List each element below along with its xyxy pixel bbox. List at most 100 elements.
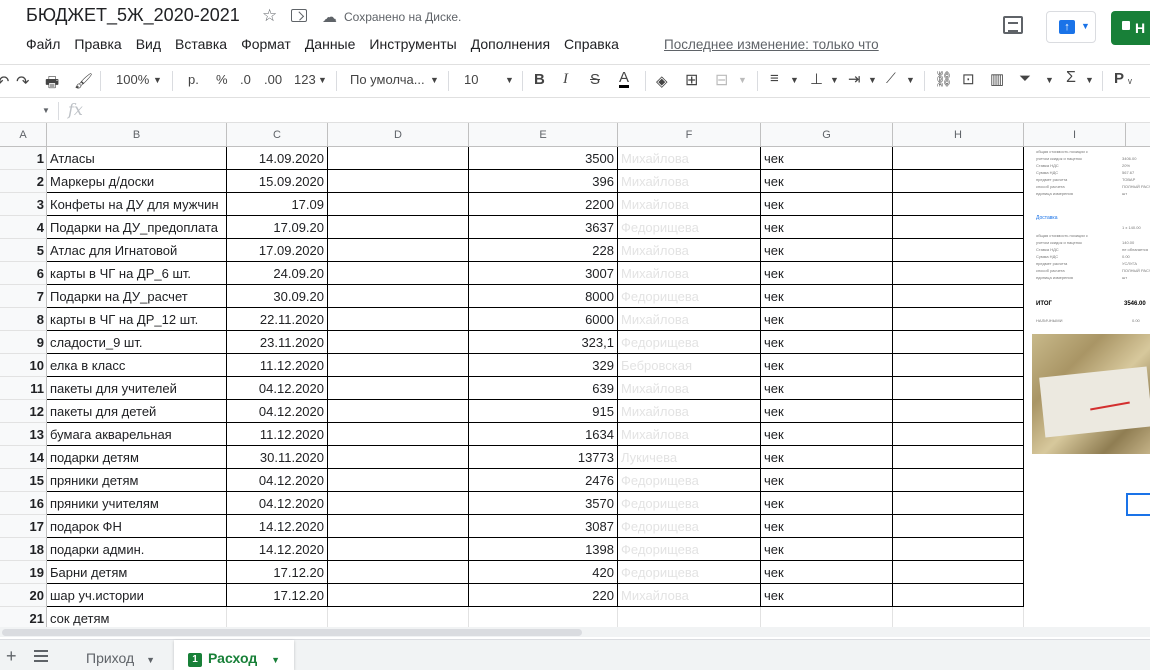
cell-item[interactable]: Атласы xyxy=(47,147,227,170)
borders-icon[interactable]: ⊞ xyxy=(685,70,698,90)
cell-amount[interactable]: 1634 xyxy=(469,423,618,446)
cell-person[interactable]: Федорищева xyxy=(618,538,761,561)
cell-amount[interactable]: 323,1 xyxy=(469,331,618,354)
fill-color-icon[interactable]: ◈ xyxy=(656,72,668,90)
menu-addons[interactable]: Дополнения xyxy=(471,36,550,54)
cell-empty[interactable] xyxy=(893,239,1024,262)
cell-empty[interactable] xyxy=(328,170,469,193)
cell-person[interactable]: Михайлова xyxy=(618,308,761,331)
cell-empty[interactable] xyxy=(328,216,469,239)
row-header[interactable]: 16 xyxy=(0,492,47,515)
more-formats-button[interactable]: 123 xyxy=(294,72,316,87)
column-header-i[interactable]: I xyxy=(1024,123,1126,147)
cell-date[interactable]: 30.09.20 xyxy=(227,285,328,308)
cell-item[interactable]: Атлас для Игнатовой xyxy=(47,239,227,262)
selected-cell-outline[interactable] xyxy=(1126,493,1150,516)
bold-button[interactable]: B xyxy=(534,71,545,88)
cell-doc[interactable]: чек xyxy=(761,446,893,469)
decrease-decimal-button[interactable]: .0 xyxy=(240,72,251,87)
text-wrapping-icon[interactable]: ⇥ xyxy=(848,70,861,88)
menu-insert[interactable]: Вставка xyxy=(175,36,227,54)
cell-empty[interactable] xyxy=(893,423,1024,446)
cell-date[interactable]: 14.12.2020 xyxy=(227,538,328,561)
cell-person[interactable]: Бебровская xyxy=(618,354,761,377)
cell-amount[interactable]: 2200 xyxy=(469,193,618,216)
cell-empty[interactable] xyxy=(893,354,1024,377)
cell-person[interactable]: Федорищева xyxy=(618,469,761,492)
column-header-c[interactable]: C xyxy=(227,123,328,147)
cell-amount[interactable]: 13773 xyxy=(469,446,618,469)
cell-empty[interactable] xyxy=(893,285,1024,308)
cell-empty[interactable] xyxy=(893,584,1024,607)
cell-date[interactable]: 24.09.20 xyxy=(227,262,328,285)
cell-doc[interactable]: чек xyxy=(761,308,893,331)
cell-date[interactable]: 17.09.20 xyxy=(227,216,328,239)
cell-date[interactable]: 15.09.2020 xyxy=(227,170,328,193)
cell-doc[interactable]: чек xyxy=(761,262,893,285)
font-family-select[interactable]: По умолча... xyxy=(350,72,425,87)
cell-empty[interactable] xyxy=(893,561,1024,584)
text-rotation-icon[interactable]: ⟋ xyxy=(886,70,896,87)
column-header-f[interactable]: F xyxy=(618,123,761,147)
cell-doc[interactable]: чек xyxy=(761,538,893,561)
cell-person[interactable]: Михайлова xyxy=(618,400,761,423)
redo-icon[interactable]: ↷ xyxy=(16,72,29,92)
cell-date[interactable]: 17.12.20 xyxy=(227,561,328,584)
cell-doc[interactable]: чек xyxy=(761,216,893,239)
cell-empty[interactable] xyxy=(328,492,469,515)
cell-empty[interactable] xyxy=(328,308,469,331)
cell-person[interactable]: Федорищева xyxy=(618,285,761,308)
cell-empty[interactable] xyxy=(893,262,1024,285)
strikethrough-button[interactable]: S xyxy=(590,71,600,88)
cell-doc[interactable]: чек xyxy=(761,423,893,446)
cell-person[interactable]: Лукичева xyxy=(618,446,761,469)
cell-doc[interactable]: чек xyxy=(761,193,893,216)
cell-date[interactable]: 17.09 xyxy=(227,193,328,216)
cell-doc[interactable]: чек xyxy=(761,584,893,607)
currency-format-button[interactable]: р. xyxy=(188,72,199,87)
functions-icon[interactable]: Σ xyxy=(1066,69,1076,87)
cell-date[interactable]: 17.12.20 xyxy=(227,584,328,607)
cell-amount[interactable]: 1398 xyxy=(469,538,618,561)
cell-item[interactable]: сладости_9 шт. xyxy=(47,331,227,354)
cell-doc[interactable]: чек xyxy=(761,170,893,193)
row-header[interactable]: 3 xyxy=(0,193,47,216)
cell-empty[interactable] xyxy=(328,561,469,584)
menu-format[interactable]: Формат xyxy=(241,36,291,54)
cell-empty[interactable] xyxy=(893,607,1024,627)
row-header[interactable]: 13 xyxy=(0,423,47,446)
cell-amount[interactable]: 3007 xyxy=(469,262,618,285)
insert-link-icon[interactable]: ⛓ xyxy=(934,70,953,88)
cell-date[interactable]: 11.12.2020 xyxy=(227,354,328,377)
cell-empty[interactable] xyxy=(328,584,469,607)
row-header[interactable]: 21 xyxy=(0,607,47,627)
cell-empty[interactable] xyxy=(893,492,1024,515)
cell-person[interactable]: Михайлова xyxy=(618,423,761,446)
cell-person[interactable]: Федорищева xyxy=(618,561,761,584)
cell-date[interactable]: 30.11.2020 xyxy=(227,446,328,469)
text-color-button[interactable]: A xyxy=(619,70,630,88)
cell-empty[interactable] xyxy=(893,147,1024,170)
column-header-next[interactable] xyxy=(1126,123,1150,147)
cell-date[interactable]: 04.12.2020 xyxy=(227,469,328,492)
cell-amount[interactable]: 639 xyxy=(469,377,618,400)
cell-item[interactable]: бумага акварельная xyxy=(47,423,227,446)
insert-chart-icon[interactable]: ▥ xyxy=(990,70,1004,88)
vertical-align-icon[interactable]: ⊥ xyxy=(810,70,823,88)
sheet-grid[interactable]: A B C D E F G H I 1 Атласы 14.09.2020 3500 М… xyxy=(0,123,1150,627)
row-header[interactable]: 11 xyxy=(0,377,47,400)
increase-decimal-button[interactable]: .00 xyxy=(264,72,282,87)
cell-empty[interactable] xyxy=(893,469,1024,492)
cell-item[interactable]: шар уч.истории xyxy=(47,584,227,607)
cell-date[interactable]: 04.12.2020 xyxy=(227,400,328,423)
cell-person[interactable]: Михайлова xyxy=(618,377,761,400)
cell-item[interactable]: пакеты для учителей xyxy=(47,377,227,400)
row-header[interactable]: 4 xyxy=(0,216,47,239)
cell-empty[interactable] xyxy=(328,377,469,400)
cell-item[interactable]: Подарки на ДУ_расчет xyxy=(47,285,227,308)
cell-date[interactable] xyxy=(227,607,328,627)
menu-view[interactable]: Вид xyxy=(136,36,161,54)
cell-empty[interactable] xyxy=(328,262,469,285)
paint-format-icon[interactable]: 🖌 xyxy=(74,72,93,90)
row-header[interactable]: 20 xyxy=(0,584,47,607)
